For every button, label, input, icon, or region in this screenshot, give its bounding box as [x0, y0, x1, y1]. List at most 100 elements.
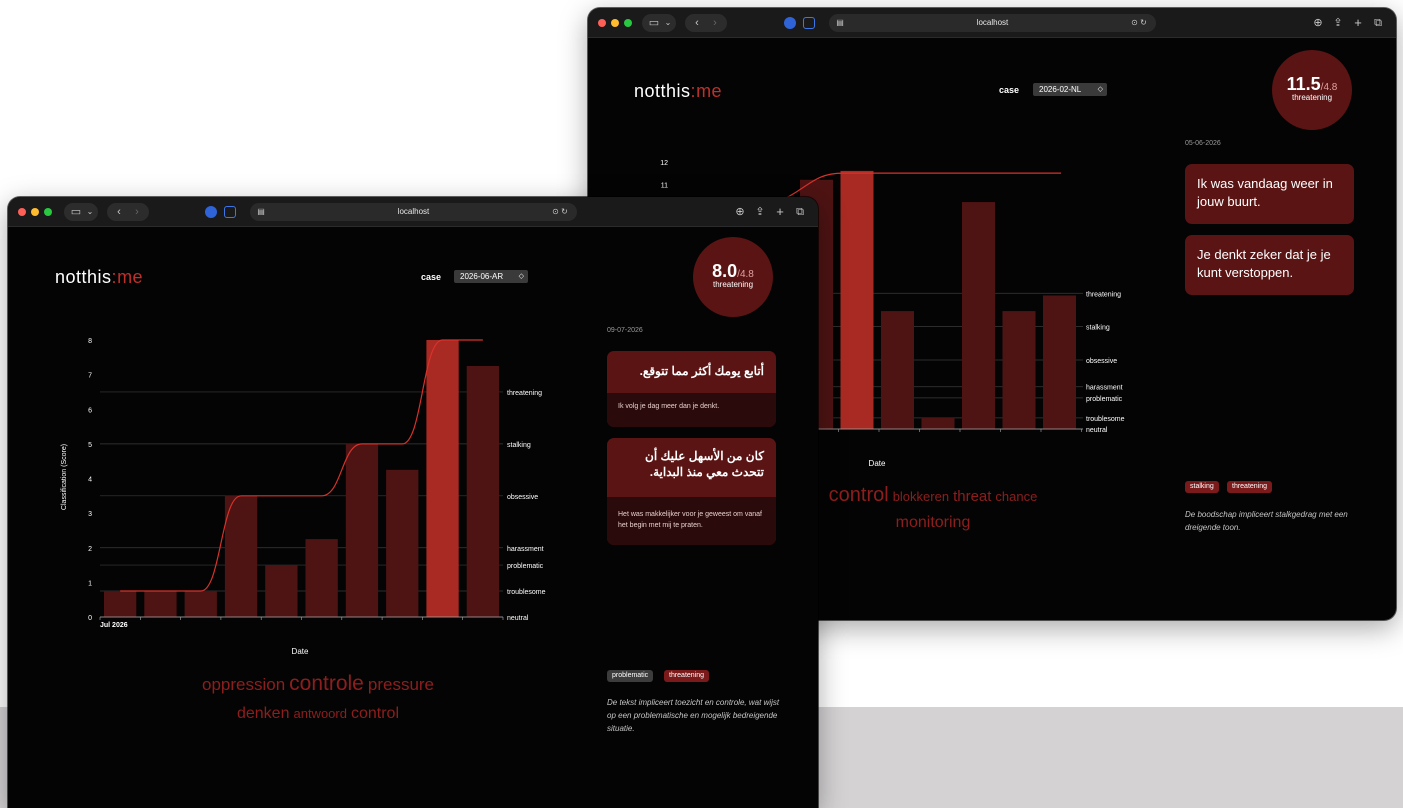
- chart-bar: [184, 591, 217, 617]
- reload-icon[interactable]: ⊙ ↻: [1128, 16, 1150, 30]
- case-label: case: [999, 85, 1020, 95]
- reload-icon[interactable]: ⊙ ↻: [549, 205, 571, 219]
- y-axis-label: Classification (Score): [61, 444, 68, 510]
- y-tick-label: 2: [88, 546, 92, 553]
- history-nav: ‹ ›: [685, 14, 727, 32]
- address-bar[interactable]: ▤ localhost ⊙ ↻: [250, 203, 577, 221]
- word-cloud-term: monitoring: [895, 514, 971, 531]
- extension-icon[interactable]: [803, 17, 815, 29]
- browser-window-front: ▭ ⌄ ‹ › ▤ localhost ⊙ ↻ ⊕ ⇪ + ⧉ notthis:…: [8, 197, 818, 808]
- y-tick-label: 5: [88, 442, 92, 449]
- category-label: stalking: [507, 442, 531, 449]
- extension-icon[interactable]: [205, 206, 217, 218]
- extension-icon[interactable]: [784, 17, 796, 29]
- close-window-button[interactable]: [18, 208, 26, 216]
- word-cloud-term: antwoord: [293, 706, 347, 721]
- minimize-window-button[interactable]: [31, 208, 39, 216]
- url-text: localhost: [976, 18, 1009, 27]
- message-original: Ik was vandaag weer in jouw buurt.: [1197, 176, 1333, 209]
- word-cloud-term: controle: [289, 672, 364, 695]
- history-nav: ‹ ›: [107, 203, 149, 221]
- case-select[interactable]: 2026-06-AR ◇: [454, 270, 528, 283]
- word-cloud-term: threat: [953, 488, 992, 505]
- minimize-window-button[interactable]: [611, 19, 619, 27]
- forward-icon[interactable]: ›: [131, 205, 143, 219]
- sidebar-icon: ▭: [648, 17, 660, 29]
- back-icon[interactable]: ‹: [691, 16, 703, 30]
- classification-tag: problematic: [607, 670, 654, 682]
- address-bar[interactable]: ▤ localhost ⊙ ↻: [829, 14, 1156, 32]
- browser-toolbar: ▭ ⌄ ‹ › ▤ localhost ⊙ ↻ ⊕ ⇪ + ⧉: [8, 197, 818, 227]
- case-select-value: 2026-06-AR: [460, 272, 504, 281]
- score-label: threatening: [712, 280, 754, 289]
- score-value: 11.5: [1286, 74, 1321, 94]
- zoom-window-button[interactable]: [624, 19, 632, 27]
- category-label: troublesome: [1086, 416, 1125, 423]
- tab-overview-icon[interactable]: ⧉: [1372, 16, 1384, 30]
- score-circle: 11.5/4.8 threatening: [1272, 50, 1352, 130]
- word-cloud: control blokkeren threat chance monitoring: [778, 482, 1088, 536]
- x-tick-label: Jul 2026: [100, 622, 128, 629]
- app-logo[interactable]: notthis:me: [55, 267, 143, 288]
- case-label: case: [421, 272, 442, 282]
- chart-bar: [305, 539, 338, 617]
- logo-accent: me: [117, 267, 144, 287]
- new-tab-icon[interactable]: +: [1352, 16, 1364, 30]
- share-icon[interactable]: ⇪: [1332, 16, 1344, 30]
- app-logo[interactable]: notthis:me: [634, 81, 722, 102]
- chart-bar: [466, 365, 499, 617]
- tab-overview-icon[interactable]: ⧉: [794, 205, 806, 219]
- chart-bar: [386, 469, 419, 617]
- y-tick-label: 7: [88, 373, 92, 380]
- case-select[interactable]: 2026-02-NL ◇: [1033, 83, 1107, 96]
- close-window-button[interactable]: [598, 19, 606, 27]
- message-original: أتابع يومك أكثر مما تتوقع.: [639, 364, 764, 378]
- analysis-note: De tekst impliceert toezicht en controle…: [607, 698, 780, 733]
- category-label: problematic: [507, 563, 544, 570]
- category-label: obsessive: [507, 494, 538, 501]
- score-value: 8.0: [712, 261, 738, 281]
- logo-text: notthis: [55, 267, 112, 287]
- message-translation: Ik volg je dag meer dan je denkt.: [607, 393, 776, 427]
- classification-tag: stalking: [1185, 481, 1219, 493]
- sidebar-toggle-button[interactable]: ▭ ⌄: [64, 203, 98, 221]
- score-circle: 8.0/4.8 threatening: [693, 237, 773, 317]
- y-tick-label: 4: [88, 477, 92, 484]
- message-original: كان من الأسهل عليك أن تتحدث معي منذ البد…: [645, 449, 764, 479]
- download-icon[interactable]: ⊕: [734, 205, 746, 219]
- forward-icon[interactable]: ›: [709, 16, 721, 30]
- download-icon[interactable]: ⊕: [1312, 16, 1324, 30]
- word-cloud-term: pressure: [367, 675, 435, 694]
- back-icon[interactable]: ‹: [113, 205, 125, 219]
- category-label: harassment: [1086, 385, 1123, 392]
- sidebar-toggle-button[interactable]: ▭ ⌄: [642, 14, 676, 32]
- message-date: 05-06-2026: [1185, 140, 1221, 147]
- chart-bar: [840, 170, 874, 429]
- zoom-window-button[interactable]: [44, 208, 52, 216]
- browser-toolbar: ▭ ⌄ ‹ › ▤ localhost ⊙ ↻ ⊕ ⇪ + ⧉: [588, 8, 1396, 38]
- y-tick-label: 6: [88, 407, 92, 414]
- chevron-down-icon: ⌄: [664, 18, 672, 27]
- classification-chart: neutral troublesome problematic harassment o…: [61, 338, 546, 656]
- y-tick-label: 11: [661, 182, 668, 189]
- score-max: /4.8: [1320, 82, 1338, 93]
- y-tick-label: 12: [660, 160, 668, 167]
- message-original: Je denkt zeker dat je je kunt verstoppen…: [1197, 247, 1331, 280]
- message-bubble: Ik was vandaag weer in jouw buurt.: [1185, 164, 1354, 224]
- word-cloud: oppression controle pressure denken antwoor…: [168, 670, 468, 728]
- category-label: stalking: [1086, 325, 1110, 332]
- chevron-down-icon: ⌄: [86, 207, 94, 216]
- message-bubble: أتابع يومك أكثر مما تتوقع. Ik volg je da…: [607, 351, 776, 427]
- category-label: neutral: [507, 615, 529, 622]
- chart-bar: [224, 495, 258, 617]
- analysis-note: De boodschap impliceert stalkgedrag met …: [1185, 510, 1348, 532]
- y-tick-label: 0: [88, 615, 92, 622]
- new-tab-icon[interactable]: +: [774, 205, 786, 219]
- category-label: problematic: [1086, 396, 1123, 403]
- category-label: threatening: [1086, 291, 1121, 298]
- share-icon[interactable]: ⇪: [754, 205, 766, 219]
- extension-icon[interactable]: [224, 206, 236, 218]
- chart-bar: [265, 565, 298, 617]
- sidebar-icon: ▭: [70, 206, 82, 218]
- chart-bar: [1043, 295, 1076, 429]
